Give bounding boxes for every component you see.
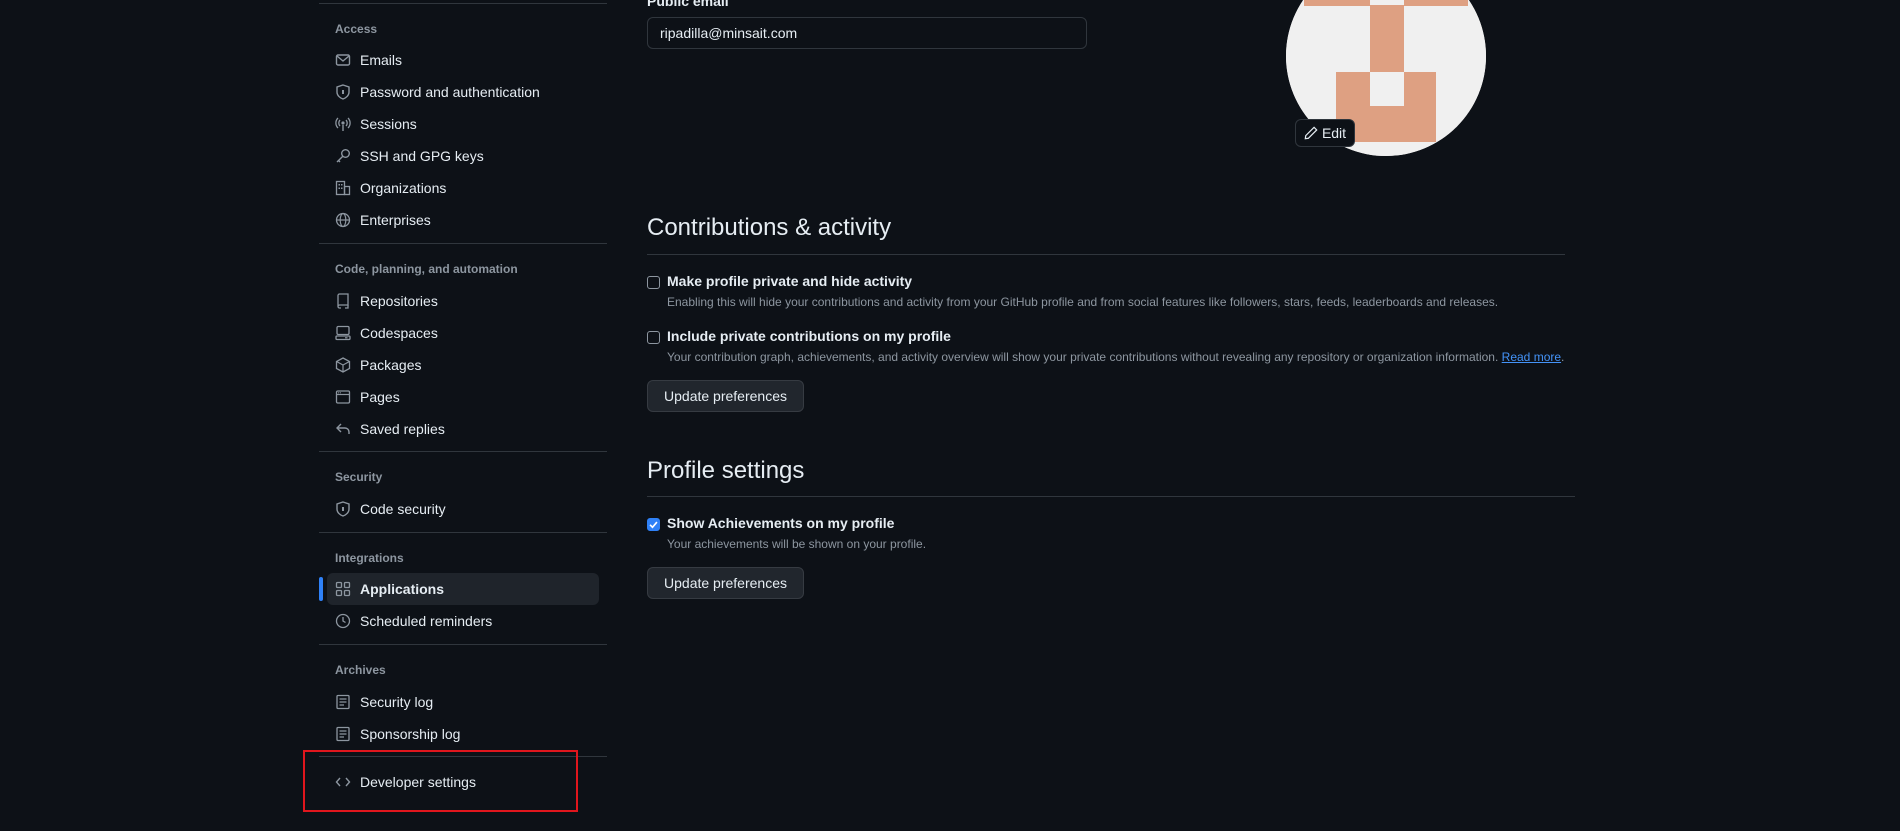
sidebar-item-sessions[interactable]: Sessions: [327, 108, 599, 140]
divider: [319, 451, 607, 452]
active-indicator: [319, 577, 323, 601]
sidebar-item-emails[interactable]: Emails: [327, 44, 599, 76]
browser-icon: [335, 389, 351, 405]
codespaces-icon: [335, 325, 351, 341]
apps-icon: [335, 581, 351, 597]
repo-icon: [335, 293, 351, 309]
clock-icon: [335, 613, 351, 629]
include-private-contributions-note: Your contribution graph, achievements, a…: [667, 350, 1564, 364]
highlight-box: [303, 750, 578, 812]
sidebar-item-ssh-and-gpg-keys[interactable]: SSH and GPG keys: [327, 140, 599, 172]
divider: [319, 532, 607, 533]
edit-avatar-button[interactable]: Edit: [1295, 119, 1355, 147]
sidebar-item-label: Packages: [360, 357, 422, 373]
group-title-archives: Archives: [335, 663, 386, 677]
sidebar-item-security-log[interactable]: Security log: [327, 686, 599, 718]
sidebar-item-label: Applications: [360, 581, 445, 597]
sidebar-item-label: Sessions: [360, 116, 417, 132]
sidebar-item-password-and-authentication[interactable]: Password and authentication: [327, 76, 599, 108]
section-divider: [647, 254, 1565, 255]
public-email-label: Public email: [647, 0, 729, 9]
section-divider: [647, 496, 1575, 497]
make-profile-private-checkbox[interactable]: [647, 276, 660, 289]
key-icon: [335, 148, 351, 164]
note-text: Your contribution graph, achievements, a…: [667, 350, 1499, 364]
note-period: .: [1561, 350, 1565, 364]
organization-icon: [335, 180, 351, 196]
sidebar-item-label: Emails: [360, 52, 403, 68]
divider: [319, 3, 607, 4]
update-preferences-button[interactable]: Update preferences: [647, 567, 804, 599]
sidebar-item-label: Pages: [360, 389, 400, 405]
make-profile-private-label[interactable]: Make profile private and hide activity: [667, 273, 912, 289]
sidebar-item-label: SSH and GPG keys: [360, 148, 484, 164]
checkmark-icon: [649, 521, 658, 529]
package-icon: [335, 357, 351, 373]
group-title-access: Access: [335, 22, 378, 36]
sidebar-item-packages[interactable]: Packages: [327, 349, 599, 381]
group-title-security: Security: [335, 470, 383, 484]
sidebar-item-repositories[interactable]: Repositories: [327, 285, 599, 317]
sidebar-item-label: Security log: [360, 694, 434, 710]
public-email-value: ripadilla@minsait.com: [660, 25, 798, 41]
log-icon: [335, 726, 351, 742]
include-private-contributions-label[interactable]: Include private contributions on my prof…: [667, 328, 951, 344]
show-achievements-label[interactable]: Show Achievements on my profile: [667, 515, 894, 531]
contributions-heading: Contributions & activity: [647, 214, 892, 241]
include-private-contributions-checkbox[interactable]: [647, 331, 660, 344]
sidebar-item-organizations[interactable]: Organizations: [327, 172, 599, 204]
sidebar-item-enterprises[interactable]: Enterprises: [327, 204, 599, 236]
read-more-link[interactable]: Read more: [1502, 350, 1561, 364]
mail-icon: [335, 52, 351, 68]
sidebar-item-label: Password and authentication: [360, 84, 540, 100]
log-icon: [335, 694, 351, 710]
sidebar-item-codespaces[interactable]: Codespaces: [327, 317, 599, 349]
sidebar-item-label: Organizations: [360, 180, 447, 196]
group-title-integrations: Integrations: [335, 551, 404, 565]
sidebar-item-saved-replies[interactable]: Saved replies: [327, 413, 599, 445]
update-preferences-button[interactable]: Update preferences: [647, 380, 804, 412]
sidebar-item-scheduled-reminders[interactable]: Scheduled reminders: [327, 605, 599, 637]
make-profile-private-note: Enabling this will hide your contributio…: [667, 295, 1499, 309]
globe-icon: [335, 212, 351, 228]
sidebar-item-label: Codespaces: [360, 325, 438, 341]
shield-lock-icon: [335, 84, 351, 100]
sidebar-item-sponsorship-log[interactable]: Sponsorship log: [327, 718, 599, 750]
sidebar-item-code-security[interactable]: Code security: [327, 493, 599, 525]
broadcast-icon: [335, 116, 351, 132]
divider: [319, 243, 607, 244]
sidebar-item-applications[interactable]: Applications: [327, 573, 599, 605]
sidebar-item-label: Sponsorship log: [360, 726, 461, 742]
show-achievements-note: Your achievements will be shown on your …: [667, 537, 927, 551]
pencil-icon: [1304, 126, 1318, 140]
public-email-select[interactable]: ripadilla@minsait.com: [647, 17, 1087, 49]
group-title-code-planning-automation: Code, planning, and automation: [335, 262, 518, 276]
shield-lock-icon: [335, 501, 351, 517]
divider: [319, 644, 607, 645]
sidebar-item-label: Enterprises: [360, 212, 431, 228]
sidebar-item-pages[interactable]: Pages: [327, 381, 599, 413]
edit-label: Edit: [1321, 125, 1347, 141]
sidebar-item-label: Scheduled reminders: [360, 613, 493, 629]
show-achievements-checkbox[interactable]: [647, 518, 660, 531]
profile-settings-heading: Profile settings: [647, 457, 805, 484]
reply-icon: [335, 421, 351, 437]
sidebar-item-label: Repositories: [360, 293, 438, 309]
sidebar-item-label: Saved replies: [360, 421, 445, 437]
sidebar-item-label: Code security: [360, 501, 446, 517]
